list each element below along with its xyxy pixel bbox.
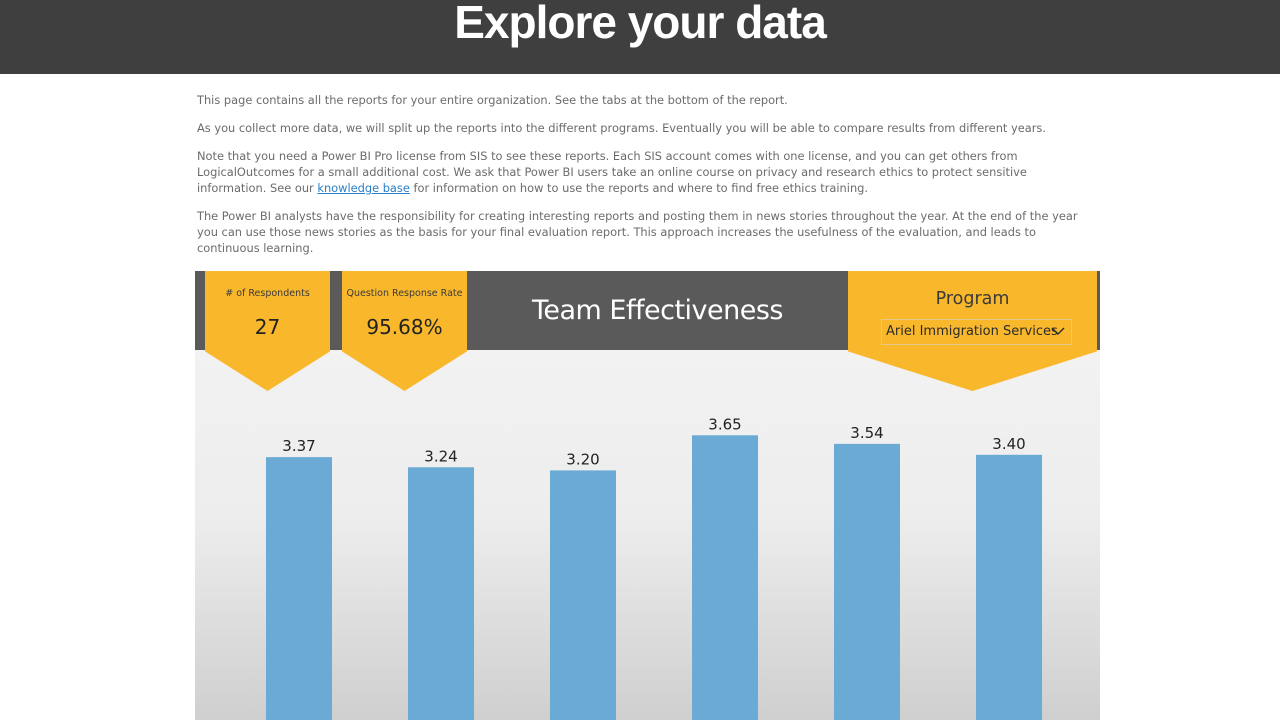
bar-value-label-1: 3.37	[282, 437, 315, 455]
bar-chart: 3.37 3.24 3.20 3.65 3.54 3.40	[266, 415, 1042, 720]
intro-paragraph-3-end: for information on how to use the report…	[409, 181, 869, 195]
bar-value-label-2: 3.24	[424, 447, 457, 465]
powerbi-report: Team Effectiveness # of Respondents 27 Q…	[195, 271, 1108, 720]
bar-4[interactable]	[692, 435, 758, 720]
report-edge	[1100, 271, 1108, 720]
intro-paragraph-2: As you collect more data, we will split …	[197, 121, 1046, 135]
bar-5[interactable]	[834, 443, 900, 720]
intro-paragraph-4: The Power BI analysts have the responsib…	[197, 209, 1078, 255]
bar-value-label-5: 3.54	[850, 424, 883, 442]
intro-text: This page contains all the reports for y…	[197, 92, 1097, 268]
bar-value-label-6: 3.40	[992, 435, 1025, 453]
bar-3[interactable]	[550, 470, 616, 720]
bar-2[interactable]	[408, 467, 474, 720]
intro-paragraph-3: Note that you need a Power BI Pro licens…	[197, 148, 1097, 196]
bar-value-label-3: 3.20	[566, 450, 599, 468]
bar-value-label-4: 3.65	[708, 415, 741, 433]
knowledge-base-link[interactable]: knowledge base	[317, 181, 410, 195]
bar-1[interactable]	[266, 457, 332, 720]
page-header: Explore your data	[0, 0, 1280, 74]
bar-6[interactable]	[976, 454, 1042, 720]
page-title: Explore your data	[454, 0, 827, 48]
intro-paragraph-1: This page contains all the reports for y…	[197, 93, 788, 107]
